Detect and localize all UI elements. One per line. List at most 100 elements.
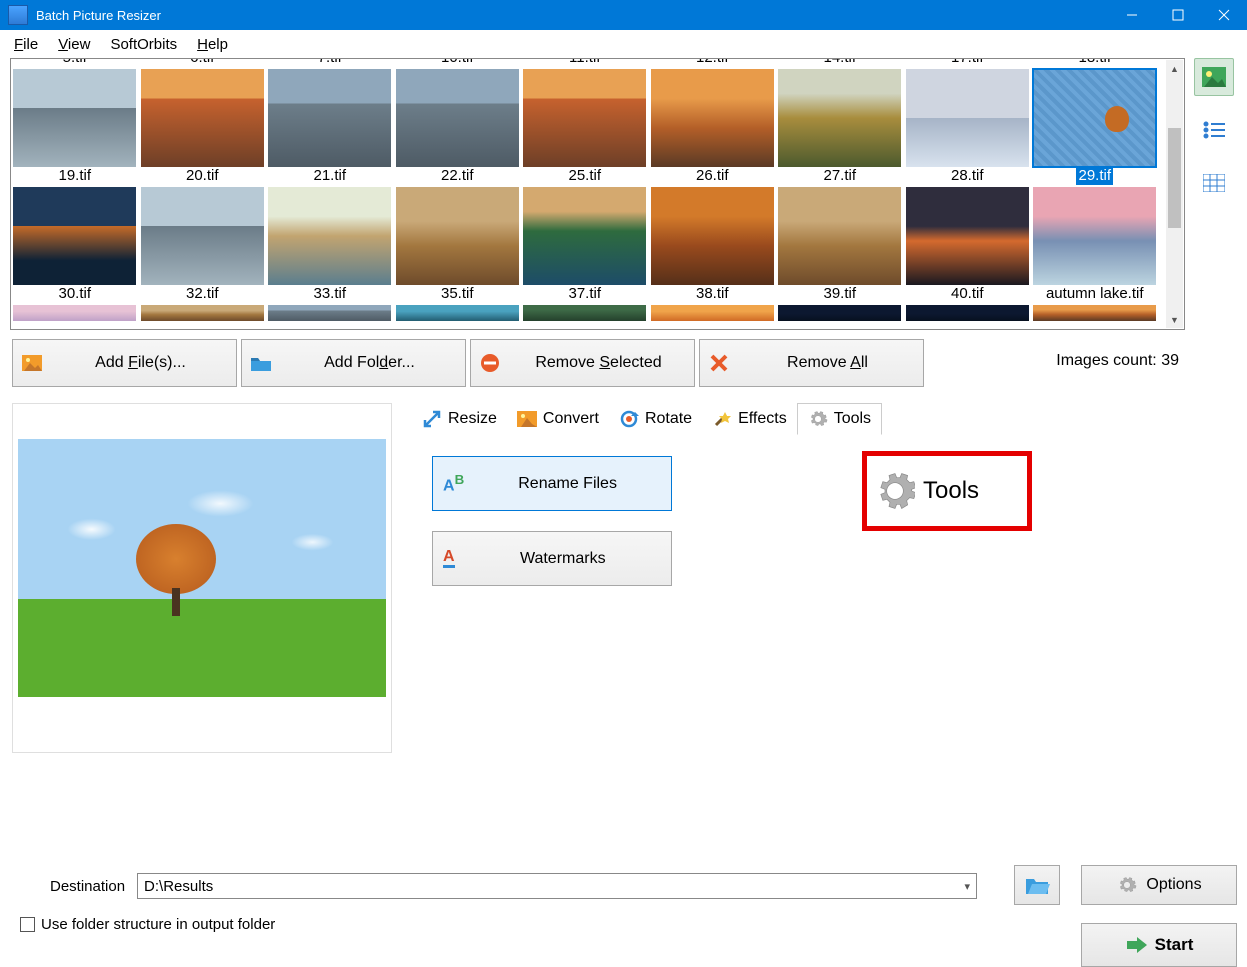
- tools-highlight-callout: Tools: [862, 451, 1032, 531]
- minimize-button[interactable]: [1109, 0, 1155, 30]
- thumbnail-label: 37.tif: [521, 285, 649, 303]
- button-label: Remove Selected: [511, 354, 686, 372]
- tab-label: Resize: [448, 410, 497, 428]
- scroll-thumb[interactable]: [1168, 128, 1181, 228]
- action-button-row: Add File(s)... Add Folder... Remove Sele…: [12, 339, 924, 387]
- scroll-up-button[interactable]: ▲: [1166, 60, 1183, 77]
- callout-label: Tools: [923, 477, 979, 505]
- thumbnail[interactable]: [523, 187, 646, 285]
- button-label: Start: [1155, 935, 1194, 955]
- destination-value: D:\Results: [144, 878, 213, 895]
- tab-bar: Resize Convert Rotate Effects Tools: [412, 403, 882, 435]
- button-label: Watermarks: [465, 550, 661, 568]
- thumbnail[interactable]: [778, 305, 901, 321]
- thumbnail-label: 21.tif: [266, 167, 394, 185]
- options-button[interactable]: Options: [1081, 865, 1237, 905]
- thumbnail[interactable]: [141, 305, 264, 321]
- add-folder-button[interactable]: Add Folder...: [241, 339, 466, 387]
- button-label: Options: [1146, 876, 1201, 894]
- thumbnail-label: 33.tif: [266, 285, 394, 303]
- thumbnail[interactable]: [396, 69, 519, 167]
- thumbnail[interactable]: [268, 69, 391, 167]
- thumbnail-label: 5.tif: [11, 58, 139, 67]
- thumbnail[interactable]: [651, 305, 774, 321]
- thumbnail-label: 30.tif: [11, 285, 139, 303]
- menu-help[interactable]: Help: [187, 32, 238, 57]
- thumbnail[interactable]: [523, 305, 646, 321]
- thumbnail[interactable]: [906, 187, 1029, 285]
- menu-softorbits[interactable]: SoftOrbits: [100, 32, 187, 57]
- thumbnail[interactable]: [1033, 187, 1156, 285]
- app-icon: [8, 5, 28, 25]
- thumbnail[interactable]: [141, 69, 264, 167]
- app-title: Batch Picture Resizer: [36, 8, 1109, 23]
- destination-row: Destination D:\Results ▾: [50, 873, 977, 899]
- thumbnail-label: 10.tif: [394, 58, 522, 67]
- thumbnail-label: 12.tif: [649, 58, 777, 67]
- browse-folder-button[interactable]: [1014, 865, 1060, 905]
- tab-convert[interactable]: Convert: [507, 403, 609, 435]
- picture-icon: [21, 352, 43, 374]
- folder-icon: [250, 352, 272, 374]
- maximize-button[interactable]: [1155, 0, 1201, 30]
- thumbnail-label: autumn lake.tif: [1031, 285, 1159, 303]
- button-label: Rename Files: [474, 475, 661, 493]
- menu-file[interactable]: File: [4, 32, 48, 57]
- thumbnail[interactable]: [396, 187, 519, 285]
- thumbnail-selected[interactable]: [1033, 69, 1156, 167]
- thumbnail[interactable]: [1033, 305, 1156, 321]
- tab-label: Rotate: [645, 410, 692, 428]
- button-label: Add Folder...: [282, 354, 457, 372]
- thumbnail-label: 14.tif: [776, 58, 904, 67]
- gear-icon: [1116, 874, 1138, 896]
- thumbnail[interactable]: [906, 69, 1029, 167]
- tab-resize[interactable]: Resize: [412, 403, 507, 435]
- thumbnail[interactable]: [651, 69, 774, 167]
- delete-icon: [708, 352, 730, 374]
- thumbnail[interactable]: [268, 305, 391, 321]
- tab-tools[interactable]: Tools: [797, 403, 882, 435]
- thumbnail[interactable]: [13, 305, 136, 321]
- add-files-button[interactable]: Add File(s)...: [12, 339, 237, 387]
- thumbnail[interactable]: [396, 305, 519, 321]
- thumbnail[interactable]: [141, 187, 264, 285]
- chevron-down-icon: ▾: [965, 880, 971, 893]
- rename-files-button[interactable]: AB Rename Files: [432, 456, 672, 511]
- thumbnail[interactable]: [13, 69, 136, 167]
- thumbnail-label: 28.tif: [904, 167, 1032, 185]
- tab-effects[interactable]: Effects: [702, 403, 797, 435]
- watermarks-button[interactable]: A Watermarks: [432, 531, 672, 586]
- tab-rotate[interactable]: Rotate: [609, 403, 702, 435]
- destination-combobox[interactable]: D:\Results ▾: [137, 873, 977, 899]
- tab-label: Effects: [738, 410, 787, 428]
- view-thumbnails-button[interactable]: [1194, 58, 1234, 96]
- remove-all-button[interactable]: Remove All: [699, 339, 924, 387]
- thumbnail[interactable]: [778, 69, 901, 167]
- thumbnail[interactable]: [651, 187, 774, 285]
- title-bar: Batch Picture Resizer: [0, 0, 1247, 30]
- tab-label: Convert: [543, 410, 599, 428]
- thumbnail-label: 27.tif: [776, 167, 904, 185]
- rotate-icon: [619, 409, 639, 429]
- tab-label: Tools: [834, 410, 871, 428]
- thumbnail[interactable]: [778, 187, 901, 285]
- remove-selected-button[interactable]: Remove Selected: [470, 339, 695, 387]
- convert-icon: [517, 409, 537, 429]
- thumbnail[interactable]: [523, 69, 646, 167]
- view-details-button[interactable]: [1194, 164, 1234, 202]
- close-button[interactable]: [1201, 0, 1247, 30]
- thumbnail-label-selected: 29.tif: [1076, 167, 1113, 185]
- start-button[interactable]: Start: [1081, 923, 1237, 967]
- gallery-scrollbar[interactable]: ▲ ▼: [1166, 60, 1183, 328]
- thumbnail-label: 26.tif: [649, 167, 777, 185]
- thumbnail[interactable]: [906, 305, 1029, 321]
- thumbnail[interactable]: [13, 187, 136, 285]
- thumbnail-label: 19.tif: [11, 167, 139, 185]
- thumbnail-label: 22.tif: [394, 167, 522, 185]
- image-gallery[interactable]: 5.tif 6.tif 7.tif 10.tif 11.tif 12.tif 1…: [10, 58, 1185, 330]
- scroll-down-button[interactable]: ▼: [1166, 311, 1183, 328]
- thumbnail[interactable]: [268, 187, 391, 285]
- view-list-button[interactable]: [1194, 111, 1234, 149]
- thumbnail-label: 18.tif: [1031, 58, 1159, 67]
- menu-view[interactable]: View: [48, 32, 100, 57]
